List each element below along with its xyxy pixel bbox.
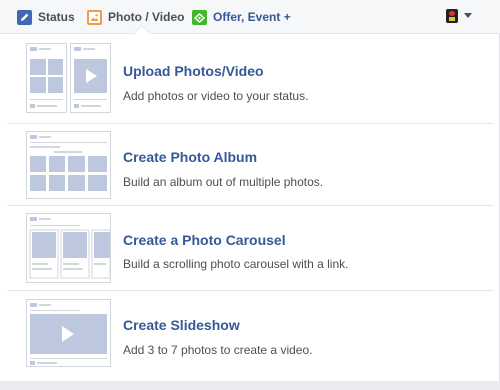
option-create-photo-carousel[interactable]: Create a Photo Carousel Build a scrollin… — [7, 206, 493, 291]
tab-offer-event-label: Offer, Event + — [213, 10, 291, 24]
option-description: Build an album out of multiple photos. — [123, 175, 324, 189]
option-description: Add 3 to 7 photos to create a video. — [123, 343, 313, 357]
option-title[interactable]: Create Slideshow — [123, 317, 240, 333]
chevron-down-icon[interactable] — [464, 13, 472, 18]
photo-album-thumbnail — [26, 131, 111, 199]
option-upload-photos-video[interactable]: Upload Photos/Video Add photos or video … — [7, 34, 493, 124]
photo-carousel-thumbnail — [26, 213, 111, 283]
option-title[interactable]: Upload Photos/Video — [123, 63, 264, 79]
tab-status[interactable]: Status — [17, 0, 75, 34]
photo-video-composer: Status Photo / Video Offer, Event + Uplo… — [0, 0, 500, 381]
option-title[interactable]: Create Photo Album — [123, 149, 257, 165]
tab-status-label: Status — [38, 10, 75, 24]
tab-photo-video-label: Photo / Video — [108, 10, 185, 24]
option-description: Add photos or video to your status. — [123, 89, 309, 103]
option-description: Build a scrolling photo carousel with a … — [123, 257, 349, 271]
photo-icon — [87, 9, 102, 25]
slideshow-thumbnail — [26, 299, 111, 367]
option-create-photo-album[interactable]: Create Photo Album Build an album out of… — [7, 124, 493, 206]
offer-icon — [192, 9, 207, 25]
composer-tab-bar: Status Photo / Video Offer, Event + — [0, 0, 500, 34]
option-title[interactable]: Create a Photo Carousel — [123, 232, 286, 248]
option-create-slideshow[interactable]: Create Slideshow Add 3 to 7 photos to cr… — [7, 291, 493, 377]
upload-photos-thumbnail — [26, 43, 111, 113]
active-tab-pointer — [134, 26, 150, 34]
page-avatar[interactable] — [446, 9, 458, 23]
pencil-icon — [17, 9, 32, 25]
tab-offer-event[interactable]: Offer, Event + — [192, 0, 291, 34]
